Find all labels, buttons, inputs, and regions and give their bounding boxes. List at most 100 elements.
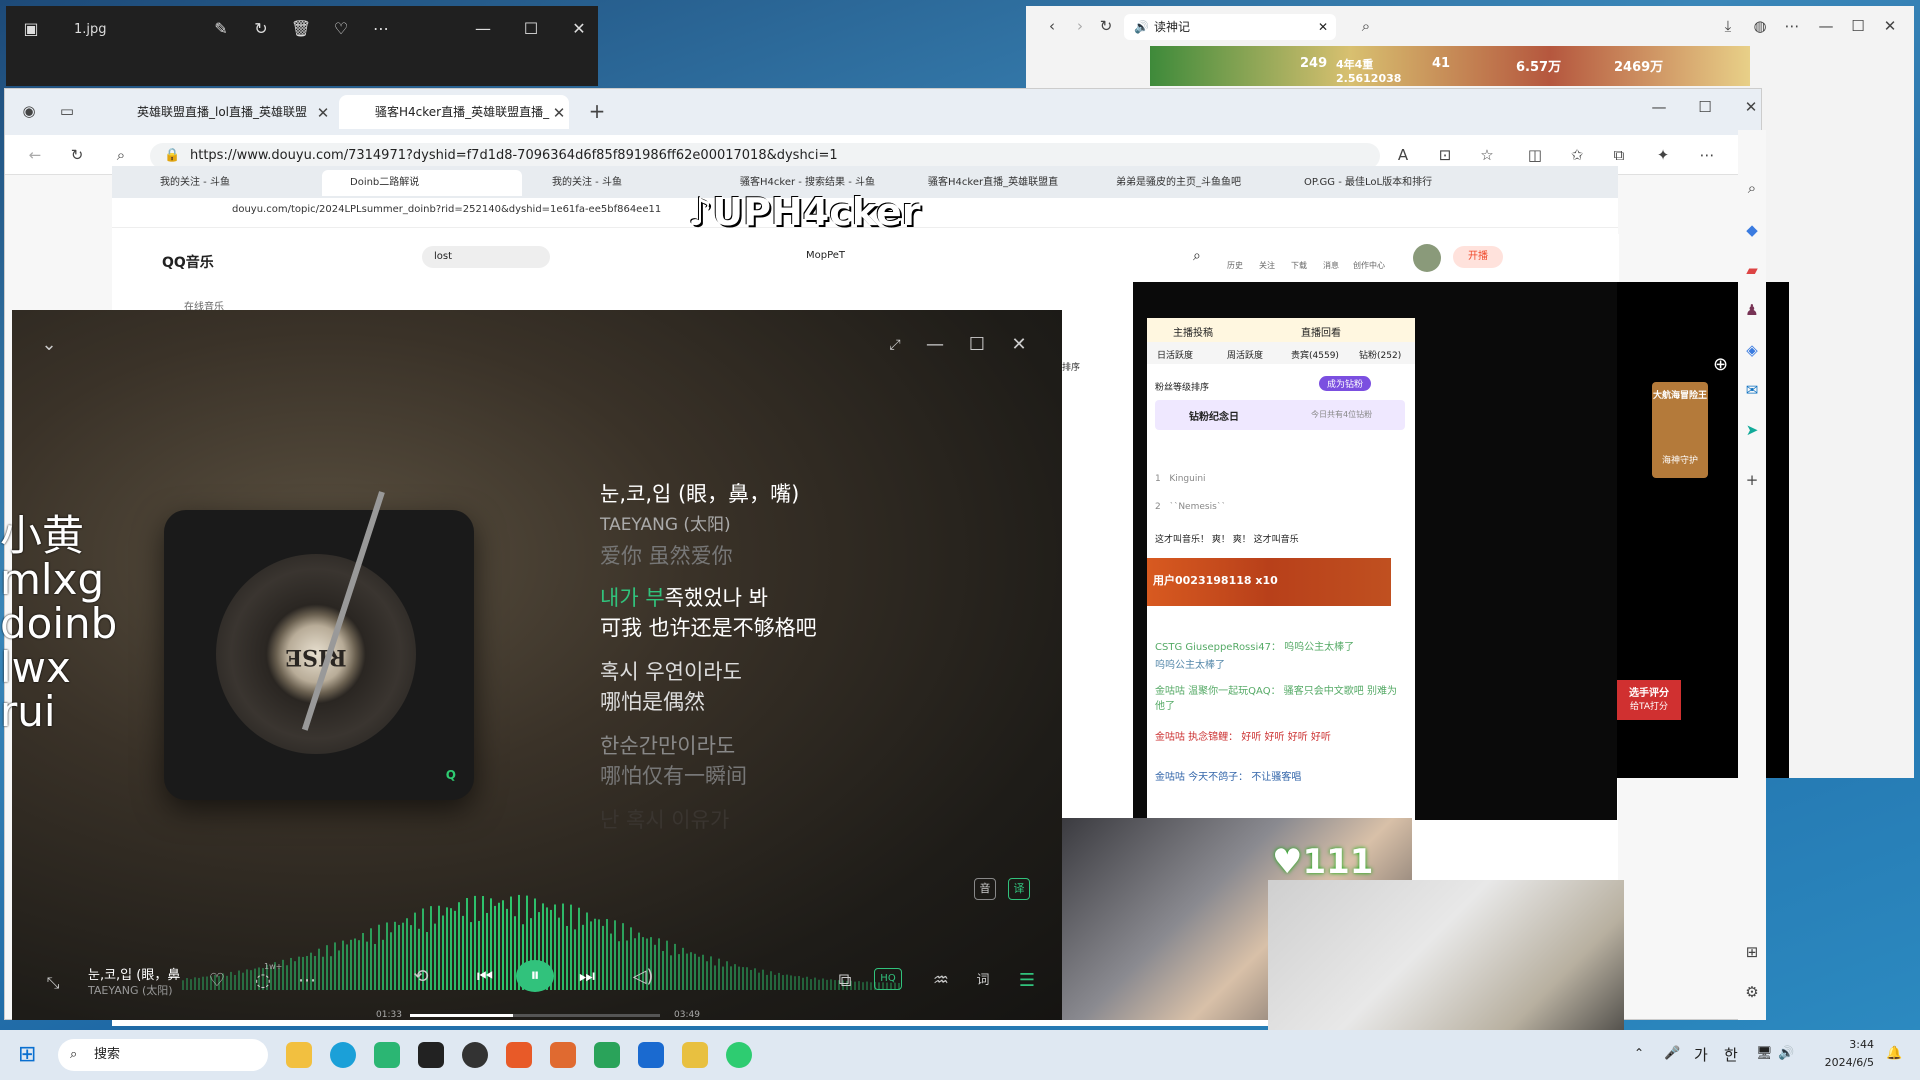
add-icon[interactable]: ⊕ — [1713, 354, 1728, 375]
refresh-icon[interactable]: ↻ — [67, 145, 87, 165]
edge-icon[interactable] — [330, 1042, 356, 1068]
wechat-icon[interactable] — [374, 1042, 400, 1068]
qq-music-icon[interactable] — [726, 1042, 752, 1068]
download-link[interactable]: 下载 — [1291, 260, 1307, 271]
obs-icon[interactable] — [462, 1042, 488, 1068]
minimize-icon[interactable]: — — [920, 330, 950, 360]
search-icon[interactable]: ⌕ — [1356, 16, 1376, 36]
outlook-icon[interactable]: ✉ — [1742, 380, 1762, 400]
close-icon[interactable]: ✕ — [1880, 16, 1900, 36]
extensions-icon[interactable]: ✦ — [1653, 145, 1673, 165]
app-icon[interactable] — [594, 1042, 620, 1068]
rate-player-button[interactable]: 选手评分 给TA打分 — [1617, 680, 1681, 720]
tab-actions-icon[interactable]: ▭ — [57, 101, 77, 121]
app-icon[interactable]: ⊡ — [1435, 145, 1455, 165]
favorites-icon[interactable]: ✩ — [1567, 145, 1587, 165]
loop-icon[interactable]: ⟲ — [406, 962, 436, 992]
close-icon[interactable]: ✕ — [1741, 97, 1761, 117]
translate-button[interactable]: 译 — [1008, 878, 1030, 900]
new-tab-icon[interactable]: + — [587, 101, 607, 121]
add-icon[interactable]: + — [1742, 470, 1762, 490]
more-icon[interactable]: ⋯ — [1782, 16, 1802, 36]
clock-date[interactable]: 2024/6/5 — [1820, 1056, 1874, 1069]
tab-anchor-post[interactable]: 主播投稿 — [1173, 324, 1213, 339]
tab-replay[interactable]: 直播回看 — [1301, 324, 1341, 339]
network-icon[interactable]: 🖥 — [1756, 1046, 1773, 1061]
screenshot-icon[interactable]: ⊞ — [1742, 942, 1762, 962]
inner-tab[interactable]: 骚客H4cker直播_英雄联盟直 — [900, 170, 1086, 196]
refresh-icon[interactable]: ↻ — [1096, 16, 1116, 36]
split-icon[interactable]: ◫ — [1525, 145, 1545, 165]
share-icon[interactable]: ⧉ — [830, 966, 860, 996]
rotate-icon[interactable]: ↻ — [250, 18, 272, 40]
message-link[interactable]: 消息 — [1323, 260, 1339, 271]
favorite-icon[interactable]: ♡ — [330, 18, 352, 40]
office-icon[interactable]: ◈ — [1742, 340, 1762, 360]
app-icon[interactable] — [418, 1042, 444, 1068]
follow-link[interactable]: 关注 — [1259, 260, 1275, 271]
close-icon[interactable]: ✕ — [568, 18, 590, 40]
clock-time[interactable]: 3:44 — [1820, 1038, 1874, 1051]
profile-icon[interactable]: ◉ — [19, 101, 39, 121]
song-title[interactable]: 눈,코,입 (眼，鼻 — [88, 964, 180, 983]
maximize-icon[interactable]: ☐ — [520, 18, 542, 40]
tab-close-icon[interactable]: ✕ — [313, 103, 333, 123]
qq-search-input[interactable]: lost — [422, 246, 550, 268]
tab-close-icon[interactable]: ✕ — [1318, 14, 1328, 40]
search-icon[interactable]: ⌕ — [1193, 248, 1201, 264]
avatar[interactable] — [1413, 244, 1441, 272]
file-explorer-icon[interactable] — [286, 1042, 312, 1068]
progress-track[interactable] — [410, 1014, 660, 1017]
notification-icon[interactable]: 🔔 — [1886, 1046, 1902, 1061]
volume-icon[interactable]: ◁) — [628, 962, 658, 992]
search-icon[interactable]: ⌕ — [1742, 178, 1762, 198]
more-icon[interactable]: ⋯ — [292, 966, 322, 996]
send-icon[interactable]: ➤ — [1742, 420, 1762, 440]
more-icon[interactable]: ⋯ — [1697, 145, 1717, 165]
tools-icon[interactable]: ▰ — [1742, 260, 1762, 280]
qq-username[interactable]: MopPeT — [806, 250, 845, 261]
app-icon[interactable] — [682, 1042, 708, 1068]
start-icon[interactable]: ⊞ — [18, 1042, 44, 1068]
like-icon[interactable]: ♡ — [202, 966, 232, 996]
volume-icon[interactable]: 🔊 — [1778, 1046, 1794, 1061]
song-artist[interactable]: TAEYANG (太阳) — [88, 982, 173, 998]
edit-icon[interactable]: ✎ — [210, 18, 232, 40]
more-icon[interactable]: ⋯ — [370, 18, 392, 40]
minimize-icon[interactable]: — — [1649, 97, 1669, 117]
inner-tab[interactable]: 我的关注 - 斗鱼 — [132, 170, 322, 196]
creator-link[interactable]: 创作中心 — [1353, 260, 1385, 271]
shopping-icon[interactable]: ◆ — [1742, 220, 1762, 240]
games-icon[interactable]: ♟ — [1742, 300, 1762, 320]
maximize-icon[interactable]: ☐ — [1695, 97, 1715, 117]
go-live-button[interactable]: 开播 — [1453, 246, 1503, 268]
sea-badge[interactable]: 大航海冒险王 海神守护 — [1652, 382, 1708, 478]
app-icon[interactable] — [506, 1042, 532, 1068]
forward-icon[interactable]: › — [1070, 16, 1090, 36]
tab-active[interactable]: 🔊 读神记 ✕ — [1124, 14, 1336, 40]
inner-tab[interactable]: 弟弟是骚皮的主页_斗鱼鱼吧 — [1088, 170, 1274, 196]
ime-lang[interactable]: 한 — [1724, 1044, 1738, 1065]
collapse-icon[interactable]: ⌄ — [34, 330, 64, 360]
maximize-icon[interactable]: ☐ — [1848, 16, 1868, 36]
inner-url[interactable]: douyu.com/topic/2024LPLsummer_doinb?rid=… — [232, 204, 661, 215]
inner-tab[interactable]: 我的关注 - 斗鱼 — [524, 170, 710, 196]
mic-icon[interactable]: 🎤 — [1664, 1046, 1680, 1061]
tab-lol-live[interactable]: 英雄联盟直播_lol直播_英雄联盟 — [101, 95, 333, 129]
close-icon[interactable]: ✕ — [1004, 330, 1034, 360]
inner-tab[interactable]: OP.GG - 最佳LoL版本和排行 — [1276, 170, 1462, 196]
become-fan-button[interactable]: 成为钻粉 — [1319, 376, 1372, 391]
settings-icon[interactable]: ⚙ — [1742, 982, 1762, 1002]
mini-mode-icon[interactable]: ⤢ — [880, 330, 910, 360]
download-icon[interactable]: ⤓ — [1718, 16, 1738, 36]
ime-mode[interactable]: 가 — [1694, 1044, 1708, 1065]
tab-vip[interactable]: 贵宾(4559) — [1291, 348, 1339, 361]
inner-tab-active[interactable]: Doinb二路解说 — [322, 170, 522, 196]
back-icon[interactable]: ‹ — [1042, 16, 1062, 36]
maximize-icon[interactable]: ☐ — [962, 330, 992, 360]
tray-chevron-icon[interactable]: ⌃ — [1634, 1046, 1644, 1060]
lyrics-icon[interactable]: 词 — [968, 966, 998, 996]
tab-weekly[interactable]: 周活跃度 — [1227, 348, 1263, 361]
delete-icon[interactable]: 🗑 — [290, 18, 312, 40]
tab-daily[interactable]: 日活跃度 — [1157, 348, 1193, 361]
